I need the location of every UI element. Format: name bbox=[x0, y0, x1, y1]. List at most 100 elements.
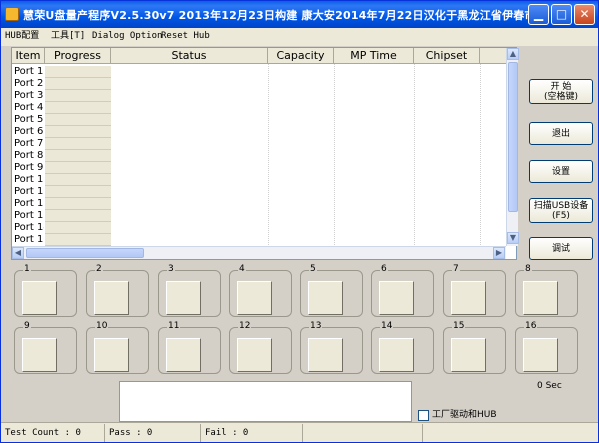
column-mp-time[interactable]: MP Time bbox=[334, 48, 414, 64]
row-progress-cell bbox=[45, 198, 111, 210]
port-status-box[interactable] bbox=[166, 338, 201, 372]
exit-button[interactable]: 退出 bbox=[529, 122, 593, 145]
table-row[interactable]: Port 9 bbox=[12, 162, 506, 174]
scan-usb-button[interactable]: 扫描USB设备 (F5) bbox=[529, 198, 593, 223]
column-progress[interactable]: Progress bbox=[45, 48, 111, 64]
port-slot-10: 10 bbox=[86, 320, 149, 374]
row-item: Port 3 bbox=[14, 90, 44, 101]
horizontal-scroll-thumb[interactable] bbox=[26, 248, 144, 258]
menu-dialog-option[interactable]: Dialog Option bbox=[92, 29, 162, 43]
log-textbox[interactable] bbox=[119, 381, 412, 422]
port-slot-15: 15 bbox=[443, 320, 506, 374]
port-status-box[interactable] bbox=[308, 338, 343, 372]
horizontal-scrollbar[interactable]: ◀ ▶ bbox=[12, 246, 506, 259]
port-status-box[interactable] bbox=[22, 281, 57, 315]
port-number: 4 bbox=[238, 263, 246, 275]
port-status-box[interactable] bbox=[166, 281, 201, 315]
elapsed-time: 0 Sec bbox=[537, 381, 562, 391]
port-status-box[interactable] bbox=[308, 281, 343, 315]
port-slot-1: 1 bbox=[14, 263, 77, 317]
table-row[interactable]: Port 6 bbox=[12, 126, 506, 138]
port-status-box[interactable] bbox=[379, 281, 414, 315]
table-row[interactable]: Port 11 bbox=[12, 186, 506, 198]
table-row[interactable]: Port 10 bbox=[12, 174, 506, 186]
settings-button[interactable]: 设置 bbox=[529, 160, 593, 183]
maximize-button[interactable]: □ bbox=[551, 4, 572, 25]
port-status-box[interactable] bbox=[94, 281, 129, 315]
port-number: 13 bbox=[309, 320, 323, 332]
row-progress-cell bbox=[45, 222, 111, 234]
port-slot-6: 6 bbox=[371, 263, 434, 317]
table-row[interactable]: Port 7 bbox=[12, 138, 506, 150]
port-status-box[interactable] bbox=[451, 338, 486, 372]
port-status-box[interactable] bbox=[237, 338, 272, 372]
table-row[interactable]: Port 12 bbox=[12, 198, 506, 210]
factory-driver-checkbox[interactable] bbox=[418, 410, 429, 421]
vertical-scroll-thumb[interactable] bbox=[508, 62, 518, 212]
table-row[interactable]: Port 5 bbox=[12, 114, 506, 126]
port-number: 3 bbox=[167, 263, 175, 275]
scroll-up-icon[interactable]: ▲ bbox=[507, 48, 519, 60]
port-slot-8: 8 bbox=[515, 263, 578, 317]
menu-reset-hub[interactable]: Reset Hub bbox=[161, 29, 210, 43]
menu-bar: HUB配置 工具[T] Dialog Option Reset Hub bbox=[1, 28, 598, 46]
port-status-box[interactable] bbox=[523, 338, 558, 372]
port-slot-4: 4 bbox=[229, 263, 292, 317]
port-status-box[interactable] bbox=[379, 338, 414, 372]
app-window: 慧荣U盘量产程序V2.5.30v7 2013年12月23日构建 康大安2014年… bbox=[0, 0, 599, 443]
port-status-box[interactable] bbox=[237, 281, 272, 315]
column-capacity[interactable]: Capacity bbox=[268, 48, 334, 64]
row-progress-cell bbox=[45, 138, 111, 150]
row-item: Port 13 bbox=[14, 210, 44, 221]
scroll-left-icon[interactable]: ◀ bbox=[12, 247, 24, 259]
row-item: Port 2 bbox=[14, 78, 44, 89]
table-row[interactable]: Port 14 bbox=[12, 222, 506, 234]
row-item: Port 8 bbox=[14, 150, 44, 161]
port-slot-14: 14 bbox=[371, 320, 434, 374]
minimize-button[interactable]: ▁ bbox=[528, 4, 549, 25]
table-row[interactable]: Port 15 bbox=[12, 234, 506, 246]
column-status[interactable]: Status bbox=[111, 48, 268, 64]
port-status-box[interactable] bbox=[451, 281, 486, 315]
port-status-box[interactable] bbox=[523, 281, 558, 315]
row-progress-cell bbox=[45, 150, 111, 162]
column-chipset[interactable]: Chipset bbox=[414, 48, 480, 64]
row-progress-cell bbox=[45, 78, 111, 90]
row-item: Port 12 bbox=[14, 198, 44, 209]
port-slot-12: 12 bbox=[229, 320, 292, 374]
status-bar: Test Count : 0 Pass : 0 Fail : 0 bbox=[1, 422, 598, 442]
table-row[interactable]: Port 4 bbox=[12, 102, 506, 114]
port-number: 16 bbox=[524, 320, 538, 332]
port-number: 11 bbox=[167, 320, 181, 332]
row-progress-cell bbox=[45, 186, 111, 198]
table-row[interactable]: Port 3 bbox=[12, 90, 506, 102]
title-bar[interactable]: 慧荣U盘量产程序V2.5.30v7 2013年12月23日构建 康大安2014年… bbox=[1, 1, 598, 28]
vertical-scrollbar[interactable]: ▲ ▼ bbox=[506, 48, 519, 246]
menu-hub-config[interactable]: HUB配置 bbox=[5, 29, 39, 43]
row-item: Port 1 bbox=[14, 66, 44, 77]
port-status-box[interactable] bbox=[94, 338, 129, 372]
close-button[interactable]: ✕ bbox=[574, 4, 595, 25]
start-button[interactable]: 开 始 (空格键) bbox=[529, 79, 593, 104]
port-status-box[interactable] bbox=[22, 338, 57, 372]
menu-tools[interactable]: 工具[T] bbox=[51, 29, 85, 43]
table-row[interactable]: Port 1 bbox=[12, 66, 506, 78]
debug-button[interactable]: 调试 bbox=[529, 237, 593, 260]
table-row[interactable]: Port 2 bbox=[12, 78, 506, 90]
port-number: 5 bbox=[309, 263, 317, 275]
port-number: 14 bbox=[380, 320, 394, 332]
status-pane-empty bbox=[303, 424, 423, 442]
port-number: 9 bbox=[23, 320, 31, 332]
factory-driver-label[interactable]: 工厂驱动和HUB bbox=[432, 409, 497, 421]
port-number: 6 bbox=[380, 263, 388, 275]
scroll-right-icon[interactable]: ▶ bbox=[493, 247, 505, 259]
column-item[interactable]: Item bbox=[12, 48, 45, 64]
row-progress-cell bbox=[45, 114, 111, 126]
scroll-down-icon[interactable]: ▼ bbox=[507, 232, 519, 244]
table-row[interactable]: Port 13 bbox=[12, 210, 506, 222]
port-list[interactable]: Item Progress Status Capacity MP Time Ch… bbox=[11, 47, 519, 260]
table-row[interactable]: Port 8 bbox=[12, 150, 506, 162]
row-item: Port 7 bbox=[14, 138, 44, 149]
row-item: Port 4 bbox=[14, 102, 44, 113]
port-slot-3: 3 bbox=[158, 263, 221, 317]
